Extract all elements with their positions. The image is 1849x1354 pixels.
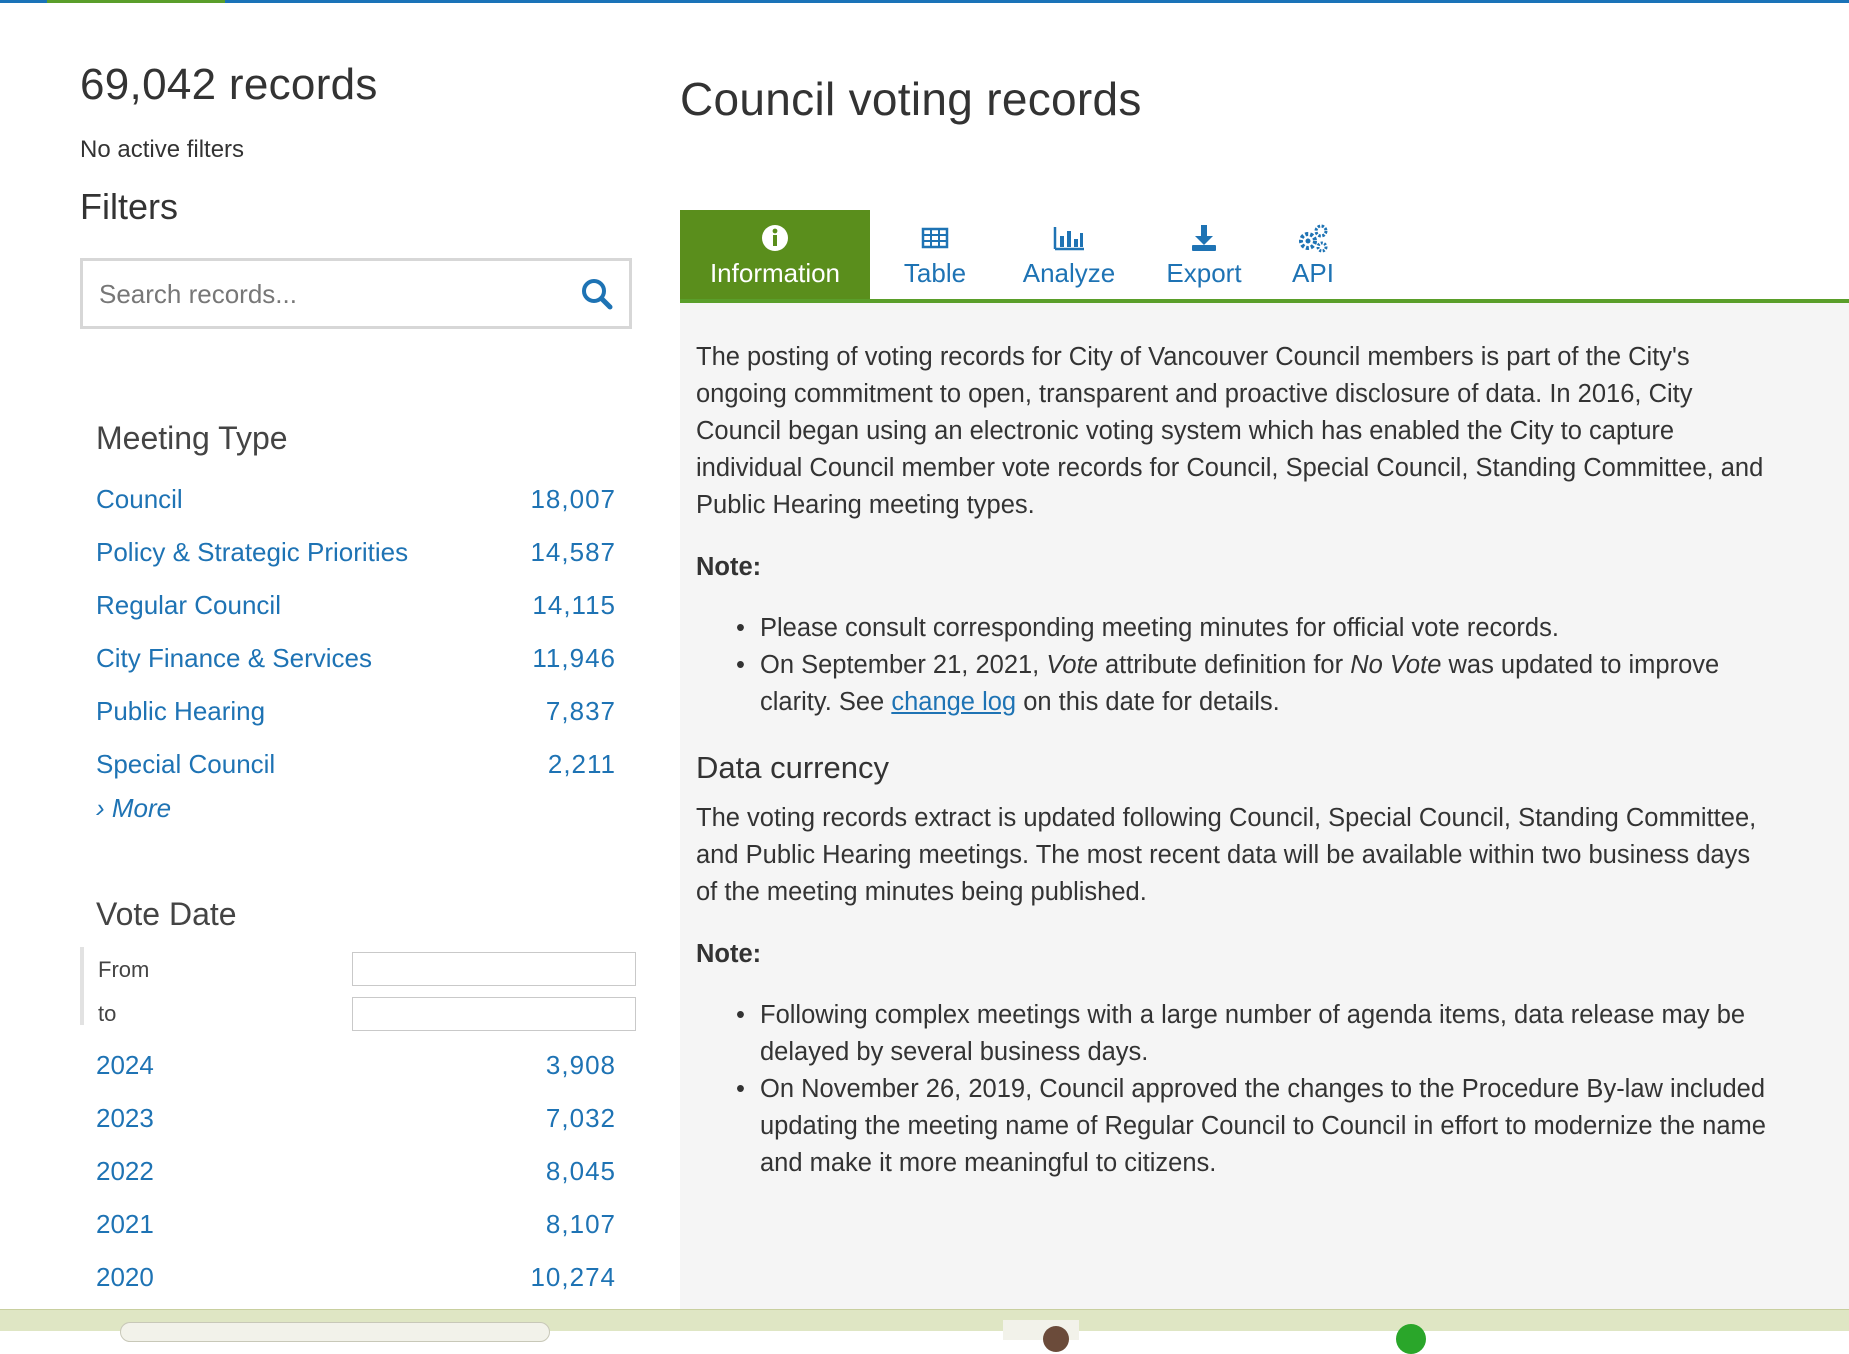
tab-api[interactable]: API <box>1268 210 1358 299</box>
note-list: Please consult corresponding meeting min… <box>696 610 1776 721</box>
facet-item-count: 7,837 <box>545 696 616 726</box>
facet-item-public-hearing[interactable]: Public Hearing 7,837 <box>96 685 616 738</box>
note-emphasis: Vote <box>1046 651 1098 679</box>
tab-export[interactable]: Export <box>1140 210 1268 299</box>
note-text: attribute definition for <box>1097 651 1351 679</box>
facet-item-label: City Finance & Services <box>96 643 372 673</box>
list-item: Please consult corresponding meeting min… <box>696 610 1776 647</box>
tab-analyze[interactable]: Analyze <box>998 210 1140 299</box>
information-content: The posting of voting records for City o… <box>696 339 1776 1210</box>
facet-item-2023[interactable]: 2023 7,032 <box>96 1092 616 1145</box>
search-input[interactable] <box>99 274 559 314</box>
facet-item-count: 11,946 <box>532 643 616 673</box>
info-icon <box>762 225 788 251</box>
facet-item-city-finance-services[interactable]: City Finance & Services 11,946 <box>96 632 616 685</box>
date-to-label: to <box>98 1001 117 1026</box>
facet-item-label: Council <box>96 484 183 514</box>
tab-label: Export <box>1166 258 1242 288</box>
facet-item-count: 8,107 <box>545 1209 616 1239</box>
meeting-type-facet: Meeting Type Council 18,007 Policy & Stra… <box>96 420 616 824</box>
facet-item-2022[interactable]: 2022 8,045 <box>96 1145 616 1198</box>
date-from-label: From <box>98 957 150 982</box>
facet-title-meeting-type: Meeting Type <box>96 420 288 456</box>
date-range: From to <box>80 947 636 1031</box>
tab-label: Analyze <box>1022 258 1116 288</box>
status-indicator <box>1396 1324 1426 1354</box>
list-item: Following complex meetings with a large … <box>696 997 1776 1071</box>
facet-item-label: Regular Council <box>96 590 281 620</box>
taskbar <box>0 1309 1849 1354</box>
facet-item-count: 10,274 <box>530 1262 616 1292</box>
note-emphasis: No Vote <box>1350 651 1442 679</box>
facet-title-vote-date: Vote Date <box>96 896 237 932</box>
facet-item-2021[interactable]: 2021 8,107 <box>96 1198 616 1251</box>
facet-item-council[interactable]: Council 18,007 <box>96 473 616 526</box>
tab-table[interactable]: Table <box>880 210 990 299</box>
filters-heading: Filters <box>80 186 178 227</box>
table-icon <box>921 227 949 249</box>
search-icon[interactable] <box>577 274 617 314</box>
note-label: Note: <box>696 940 762 968</box>
taskbar-search[interactable] <box>120 1322 550 1342</box>
gears-icon <box>1299 224 1328 253</box>
tab-label: Information <box>709 258 841 288</box>
note-label: Note: <box>696 553 762 581</box>
active-filters-status: No active filters <box>80 136 245 163</box>
dataset-tabs: Information Table Analyze Export API <box>680 210 1849 303</box>
change-log-link[interactable]: change log <box>891 688 1016 716</box>
taskbar-avatar[interactable] <box>1003 1320 1079 1352</box>
filter-sidebar: 69,042 records No active filters Filters <box>80 60 632 329</box>
download-icon <box>1192 225 1216 251</box>
facet-item-label: 2022 <box>96 1156 154 1186</box>
facet-item-count: 18,007 <box>530 484 616 514</box>
facet-item-label: 2021 <box>96 1209 154 1239</box>
facet-item-label: 2023 <box>96 1103 154 1133</box>
facet-item-regular-council[interactable]: Regular Council 14,115 <box>96 579 616 632</box>
facet-item-label: Special Council <box>96 749 276 779</box>
tab-label: Table <box>903 258 967 288</box>
facet-item-count: 8,045 <box>545 1156 616 1186</box>
information-panel: The posting of voting records for City o… <box>680 303 1849 1309</box>
facet-item-label: 2024 <box>96 1050 154 1080</box>
bar-chart-icon <box>1053 227 1084 251</box>
facet-item-special-council[interactable]: Special Council 2,211 <box>96 738 616 791</box>
date-from-input[interactable] <box>352 952 636 986</box>
data-currency-paragraph: The voting records extract is updated fo… <box>696 804 1757 906</box>
facet-item-label: Public Hearing <box>96 696 266 726</box>
page-title: Council voting records <box>680 73 1142 125</box>
facet-item-count: 2,211 <box>547 749 616 779</box>
top-accent-bar <box>0 0 1849 3</box>
vote-date-facet: Vote Date From to 2024 3,908 2023 7,032 20… <box>80 896 636 1304</box>
facet-item-count: 7,032 <box>545 1103 616 1133</box>
facet-item-2024[interactable]: 2024 3,908 <box>96 1039 616 1092</box>
record-count: 69,042 records <box>80 60 378 109</box>
note-list: Following complex meetings with a large … <box>696 997 1776 1182</box>
facet-item-label: 2020 <box>96 1262 154 1292</box>
date-to-input[interactable] <box>352 997 636 1031</box>
avatar <box>1043 1326 1069 1352</box>
facet-item-policy-strategic-priorities[interactable]: Policy & Strategic Priorities 14,587 <box>96 526 616 579</box>
facet-item-count: 14,587 <box>530 537 616 567</box>
note-text: On September 21, 2021, <box>760 651 1047 679</box>
list-item: On September 21, 2021, Vote attribute de… <box>696 647 1776 721</box>
facet-item-count: 3,908 <box>545 1050 616 1080</box>
top-accent-segment <box>47 0 225 3</box>
facet-item-count: 14,115 <box>532 590 616 620</box>
facet-item-2020[interactable]: 2020 10,274 <box>96 1251 616 1304</box>
facet-item-label: Policy & Strategic Priorities <box>96 537 409 567</box>
tab-label: API <box>1292 258 1334 288</box>
list-item: On November 26, 2019, Council approved t… <box>696 1071 1776 1182</box>
note-text: on this date for details. <box>1016 688 1280 716</box>
more-link[interactable]: › More <box>96 793 616 824</box>
intro-paragraph: The posting of voting records for City o… <box>696 343 1764 519</box>
data-currency-heading: Data currency <box>696 750 889 785</box>
vote-date-list: 2024 3,908 2023 7,032 2022 8,045 2021 8,107 … <box>96 1039 616 1304</box>
search-box <box>80 258 632 329</box>
tab-information[interactable]: Information <box>680 210 870 299</box>
